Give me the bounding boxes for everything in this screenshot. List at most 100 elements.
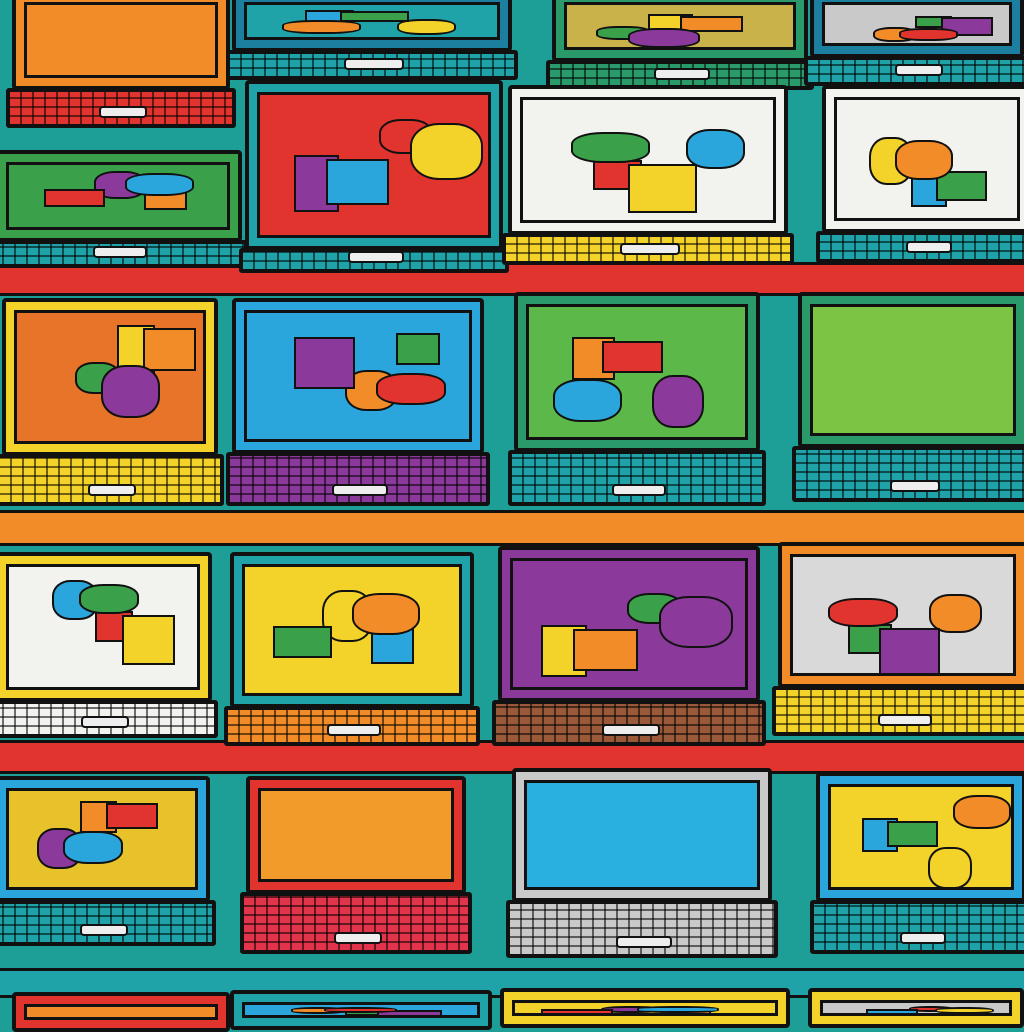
screen-illustration: [541, 1008, 613, 1013]
laptop-lid: [12, 992, 230, 1032]
trackpad: [332, 484, 388, 496]
trackpad: [905, 241, 953, 253]
screen-illustration: [898, 28, 958, 41]
screen-illustration: [828, 597, 899, 628]
trackpad: [343, 58, 405, 70]
screen-illustration: [652, 374, 704, 428]
laptop-lid: [232, 0, 512, 52]
trackpad: [333, 932, 383, 944]
screen-illustration: [121, 615, 175, 665]
laptop-lid: [12, 0, 230, 90]
laptop-screen: [512, 1000, 778, 1016]
laptop-lid: [0, 552, 212, 702]
laptop-lid: [500, 988, 790, 1028]
trackpad: [347, 251, 405, 263]
screen-illustration: [124, 173, 194, 196]
laptop-screen: [257, 92, 491, 238]
laptop-screen: [242, 564, 462, 696]
laptop-screen: [790, 554, 1016, 676]
screen-illustration: [339, 10, 409, 22]
laptop-keyboard: [792, 446, 1024, 502]
laptop-screen: [524, 780, 760, 890]
screen-illustration: [628, 27, 700, 47]
laptop-screen: [24, 2, 218, 78]
laptop-keyboard: [0, 454, 224, 506]
laptop-screen: [242, 1002, 480, 1018]
trackpad: [899, 932, 947, 944]
screen-illustration: [375, 373, 447, 406]
trackpad: [88, 484, 136, 496]
laptop-keyboard: [6, 88, 236, 128]
laptop-keyboard: [0, 240, 248, 268]
laptop-keyboard: [492, 700, 766, 746]
laptop-screen: [820, 1000, 1012, 1016]
trackpad: [80, 924, 128, 936]
laptop-lid: [512, 768, 772, 902]
trackpad: [92, 246, 148, 258]
laptop-screen: [564, 2, 796, 50]
trackpad: [619, 243, 681, 255]
screen-illustration: [105, 803, 159, 829]
laptop-lid: [245, 80, 503, 250]
laptop-lid: [798, 292, 1024, 448]
screen-illustration: [410, 123, 483, 181]
trackpad: [612, 484, 666, 496]
laptop-lid: [230, 552, 474, 708]
laptop-keyboard: [240, 892, 472, 954]
screen-illustration: [43, 189, 105, 207]
laptop-keyboard: [804, 56, 1024, 86]
laptop-screen: [6, 162, 230, 230]
screen-illustration: [293, 336, 356, 389]
laptop-screen: [810, 304, 1016, 436]
laptop-keyboard: [226, 452, 490, 506]
trackpad: [602, 724, 660, 736]
laptop-keyboard: [224, 706, 480, 746]
screen-illustration: [78, 583, 139, 615]
laptop-keyboard: [0, 700, 218, 738]
laptop-screen: [244, 2, 500, 40]
trackpad: [654, 68, 710, 80]
laptop-screen: [14, 310, 206, 444]
screen-illustration: [570, 132, 650, 163]
screen-illustration: [573, 629, 638, 671]
laptop-screen: [526, 304, 748, 440]
trackpad: [877, 714, 933, 726]
trackpad: [889, 480, 941, 492]
screen-illustration: [878, 627, 940, 673]
screen-illustration: [282, 20, 361, 34]
laptop-lid: [508, 85, 788, 235]
laptop-lid: [816, 772, 1024, 902]
laptop-screen: [822, 2, 1012, 46]
trackpad: [98, 106, 148, 118]
screen-illustration: [395, 333, 440, 365]
laptop-keyboard: [506, 900, 778, 958]
laptop-lid: [230, 990, 492, 1030]
screen-illustration: [865, 1009, 919, 1013]
laptop-lid: [246, 776, 466, 894]
laptop-keyboard: [810, 900, 1024, 954]
laptop-lid: [778, 542, 1024, 688]
shelf-band: [0, 510, 1024, 546]
screen-illustration: [326, 159, 390, 206]
screen-illustration: [628, 163, 697, 214]
screen-illustration: [637, 1005, 720, 1013]
laptop-screen: [834, 97, 1020, 221]
screen-illustration: [886, 821, 938, 847]
laptop-keyboard: [772, 686, 1024, 736]
screen-illustration: [552, 378, 622, 422]
laptop-lid: [810, 0, 1024, 58]
trackpad: [80, 716, 130, 728]
laptop-lid: [514, 292, 760, 452]
laptop-lid: [552, 0, 808, 62]
screen-illustration: [894, 140, 953, 180]
laptop-lid: [808, 988, 1024, 1028]
screen-illustration: [100, 365, 161, 419]
trackpad: [615, 936, 673, 948]
laptop-screen: [258, 788, 454, 882]
laptop-keyboard: [239, 248, 509, 273]
laptop-screen: [520, 97, 776, 223]
screen-illustration: [928, 847, 972, 887]
laptop-lid: [0, 150, 242, 242]
laptop-lid: [498, 546, 760, 702]
screen-illustration: [934, 1006, 995, 1013]
